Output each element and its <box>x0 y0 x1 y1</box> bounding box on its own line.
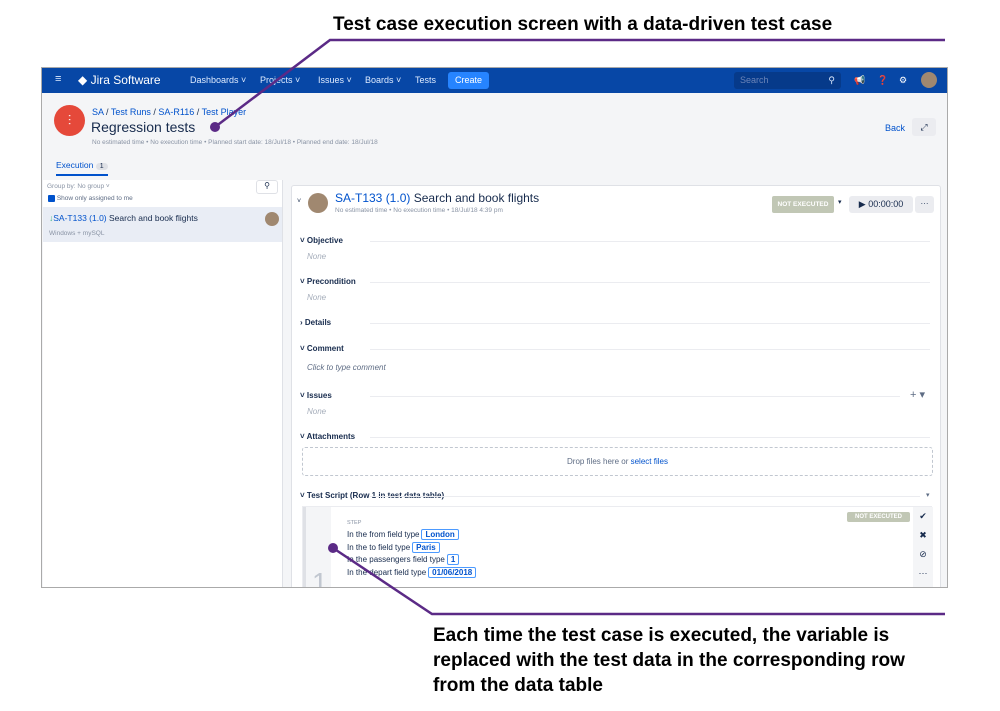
arrow-top <box>214 38 945 128</box>
arrow-dot <box>210 122 220 132</box>
arrow-dot <box>328 543 338 553</box>
annotation-arrows <box>210 38 945 616</box>
arrow-bottom <box>332 546 945 616</box>
